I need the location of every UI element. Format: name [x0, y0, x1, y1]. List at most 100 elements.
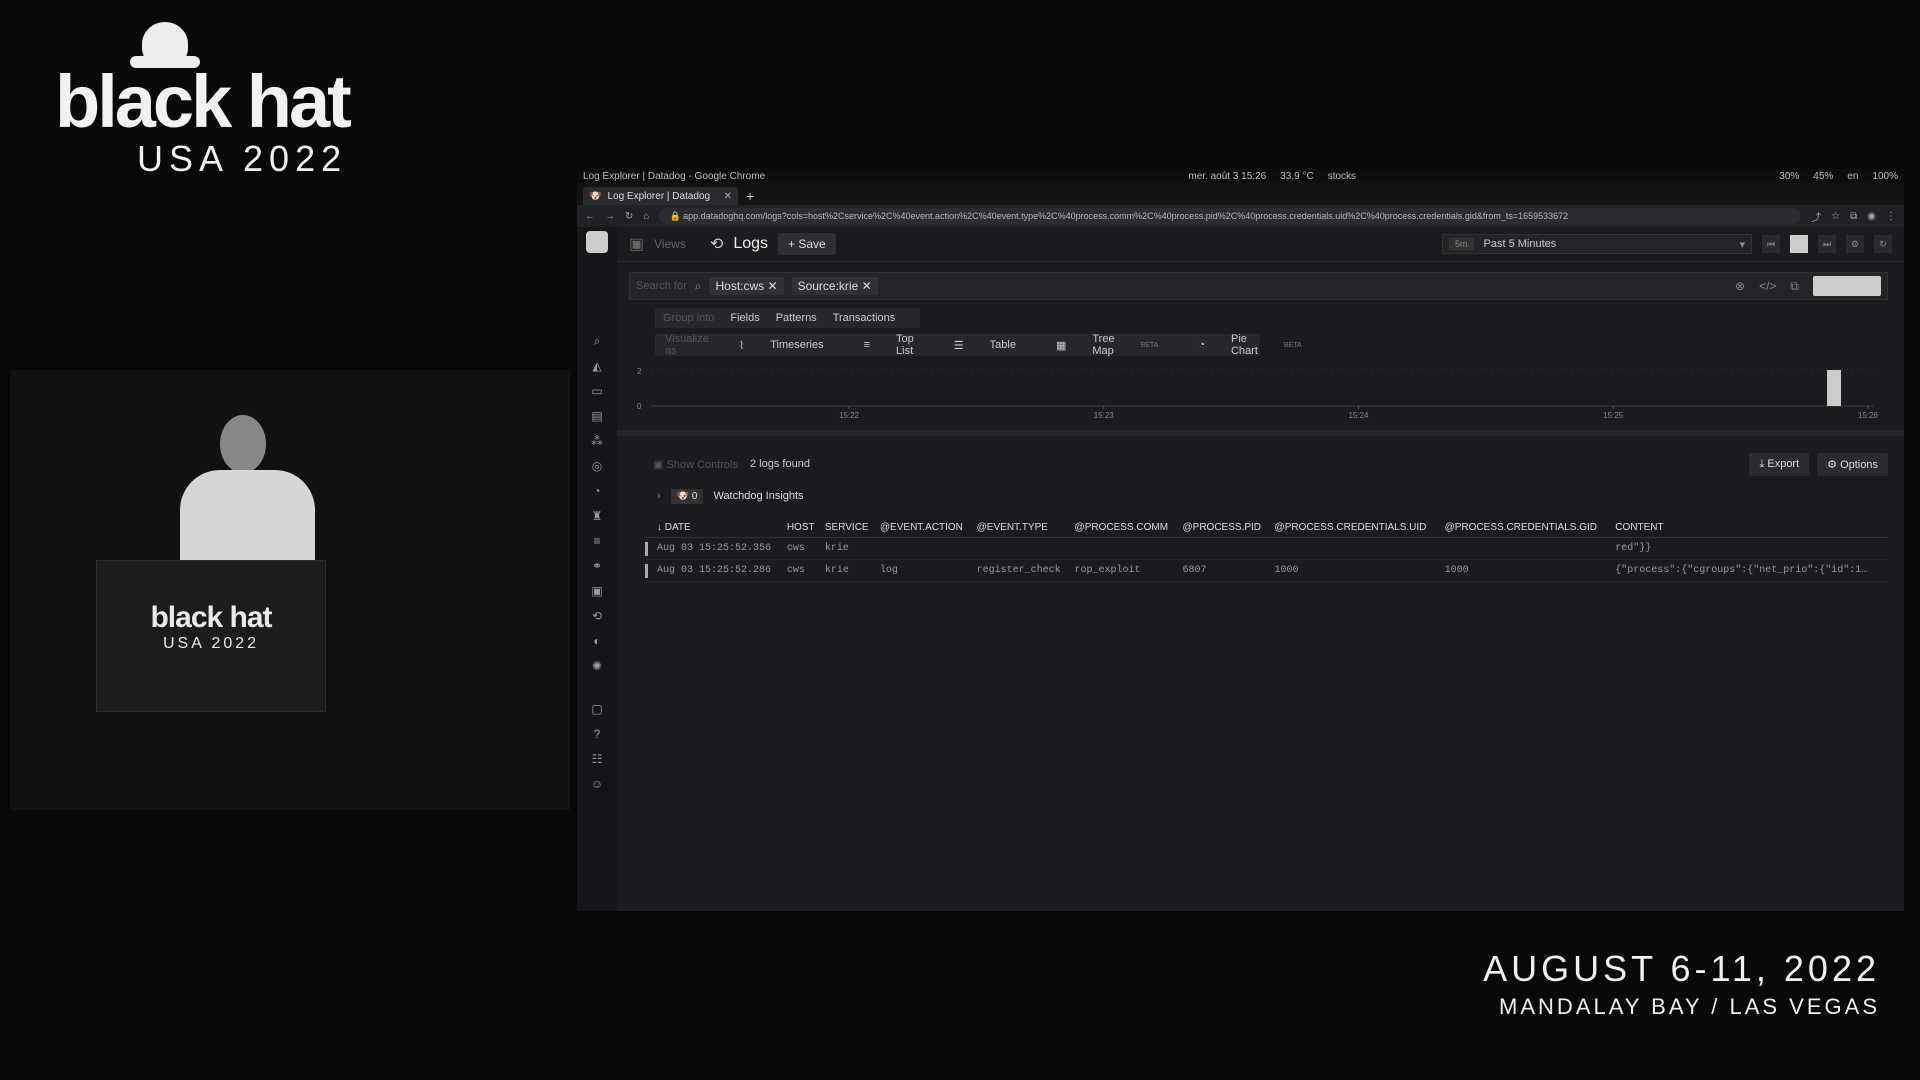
clock[interactable]: mer. août 3 15:26: [1188, 171, 1266, 182]
settings-button[interactable]: ⚙: [1846, 235, 1864, 253]
url-field[interactable]: 🔒 app.datadoghq.com/logs?cols=host%2Cser…: [659, 208, 1802, 224]
show-controls-label: Show Controls: [666, 458, 738, 471]
metrics-icon[interactable]: ≡: [590, 534, 604, 548]
status-bar: [645, 559, 653, 582]
integrations-icon[interactable]: ⚭: [590, 559, 604, 573]
chat-icon[interactable]: ▢: [590, 702, 604, 716]
tab-fields[interactable]: Fields: [722, 312, 767, 324]
clear-search-icon[interactable]: ⊗: [1735, 279, 1745, 293]
tray-cpu: 30%: [1779, 170, 1800, 182]
reload-icon[interactable]: ↻: [625, 211, 633, 222]
user-avatar-icon[interactable]: ☺: [590, 777, 604, 791]
show-controls-button[interactable]: ▣ Show Controls: [653, 458, 738, 471]
menu-icon[interactable]: ⋮: [1886, 211, 1896, 222]
back-icon[interactable]: ←: [585, 211, 595, 222]
results-bar: ▣ Show Controls 2 logs found ⤓ Export ⚙ …: [653, 452, 1888, 476]
filter-chip-source[interactable]: Source:krie ✕: [791, 277, 878, 295]
options-button[interactable]: ⚙ Options: [1817, 452, 1888, 476]
podium-logo-word: black hat: [150, 601, 272, 634]
views-button[interactable]: Views: [654, 237, 686, 251]
save-button[interactable]: + Save: [778, 233, 836, 255]
share-icon[interactable]: ⤴: [1811, 209, 1821, 224]
notebooks-icon[interactable]: ♜: [590, 509, 604, 523]
rewind-button[interactable]: ⏮: [1762, 235, 1780, 253]
visualize-as-bar: Visualize as ⌇ Timeseries ≡ Top List ☰ Tabl…: [655, 333, 1302, 357]
help-icon[interactable]: ?: [590, 727, 604, 741]
forward-button[interactable]: ⏭: [1818, 235, 1836, 253]
search-submit-button[interactable]: [1813, 276, 1881, 296]
home-icon[interactable]: ⌂: [643, 211, 649, 222]
watchdog-icon[interactable]: ◭: [590, 359, 604, 373]
cell-process-pid: 6807: [1178, 559, 1271, 582]
status-bar: [645, 537, 653, 560]
logs-main: ▣ Views ⟲ Logs + Save 5m Past 5 Minutes …: [617, 227, 1904, 911]
address-bar: ← → ↻ ⌂ 🔒 app.datadoghq.com/logs?cols=ho…: [577, 205, 1904, 227]
col-event-action[interactable]: @EVENT.ACTION: [875, 518, 973, 538]
code-view-icon[interactable]: </>: [1759, 279, 1776, 293]
close-tab-icon[interactable]: ✕: [724, 191, 732, 202]
blackhat-logo: black hat USA 2022: [55, 22, 352, 180]
table-row[interactable]: Aug 03 15:25:52.356 cws krie red"}}: [645, 537, 1888, 560]
tray-lang[interactable]: en: [1847, 171, 1858, 182]
refresh-button[interactable]: ↻: [1874, 235, 1892, 253]
extensions-icon[interactable]: ⧉: [1850, 211, 1857, 222]
col-credentials-gid[interactable]: @PROCESS.CREDENTIALS.GID: [1440, 518, 1612, 538]
filter-chip-host[interactable]: Host:cws ✕: [709, 277, 784, 295]
watchdog-insights[interactable]: › 🐶 0 Watchdog Insights: [657, 486, 1904, 506]
os-top-bar: Log Explorer | Datadog - Google Chrome m…: [577, 169, 1904, 183]
forward-icon[interactable]: →: [605, 211, 615, 222]
pause-button[interactable]: [1790, 235, 1808, 253]
col-date[interactable]: ↓ DATE: [653, 518, 783, 538]
podium-logo-sub: USA 2022: [162, 635, 260, 652]
stocks: stocks: [1327, 170, 1357, 182]
tray-battery[interactable]: 100%: [1872, 171, 1898, 182]
timeseries-icon: ⌇: [738, 339, 745, 352]
team-icon[interactable]: ☷: [590, 752, 604, 766]
col-content[interactable]: CONTENT: [1611, 518, 1888, 538]
cell-process-comm: rop_exploit: [1070, 559, 1179, 582]
viz-piechart[interactable]: ◔ Pie Chart BETA: [1178, 333, 1321, 357]
page-title: Logs: [733, 235, 769, 252]
tab-transactions[interactable]: Transactions: [825, 312, 904, 324]
logs-icon: ⟲: [709, 236, 724, 253]
ci-icon[interactable]: ▣: [590, 584, 604, 598]
new-tab-button[interactable]: +: [746, 187, 754, 205]
bookmark-star-icon[interactable]: ☆: [1831, 211, 1840, 222]
datadog-logo-icon[interactable]: [586, 231, 608, 253]
browser-tab[interactable]: 🐶 Log Explorer | Datadog ✕: [583, 187, 738, 205]
table-row[interactable]: Aug 03 15:25:52.286 cws krie log registe…: [645, 559, 1888, 582]
search-bar: Search for ⌕ Host:cws ✕ Source:krie ✕ ⊗ …: [629, 272, 1888, 300]
col-credentials-uid[interactable]: @PROCESS.CREDENTIALS.UID: [1270, 518, 1441, 538]
col-event-type[interactable]: @EVENT.TYPE: [972, 518, 1071, 538]
viz-timeseries[interactable]: ⌇ Timeseries: [719, 339, 844, 352]
y-tick-label: 2: [637, 367, 642, 376]
col-process-pid[interactable]: @PROCESS.PID: [1178, 518, 1271, 538]
events-icon[interactable]: ▭: [590, 384, 604, 398]
search-icon[interactable]: ⌕: [590, 334, 604, 348]
log-volume-chart: 0 2 15:22 15:23 15:24 15:25 15:26: [629, 362, 1892, 422]
cell-event-action: log: [875, 559, 973, 582]
save-label: Save: [798, 237, 826, 251]
col-host[interactable]: HOST: [782, 518, 821, 538]
ux-monitoring-icon[interactable]: ✺: [590, 659, 604, 673]
copy-icon[interactable]: ⧉: [1790, 279, 1799, 294]
viz-toplist[interactable]: ≡ Top List: [844, 333, 934, 357]
tab-patterns[interactable]: Patterns: [768, 312, 825, 324]
monitors-icon[interactable]: ◎: [590, 459, 604, 473]
chip-label: Host:cws: [715, 279, 765, 293]
col-service[interactable]: SERVICE: [820, 518, 876, 538]
dashboards-icon[interactable]: ▤: [590, 409, 604, 423]
apm-icon[interactable]: ◔: [590, 484, 604, 498]
cell-process-comm: [1070, 537, 1179, 560]
logs-icon[interactable]: ⟲: [590, 609, 604, 623]
export-button[interactable]: ⤓ Export: [1749, 452, 1810, 476]
security-icon[interactable]: ◐: [590, 634, 604, 648]
time-range-select[interactable]: 5m Past 5 Minutes ▾: [1442, 234, 1752, 254]
viz-treemap[interactable]: ▦ Tree Map BETA: [1036, 333, 1178, 357]
col-process-comm[interactable]: @PROCESS.COMM: [1070, 518, 1179, 538]
profile-icon[interactable]: ◉: [1867, 211, 1876, 222]
viz-label: Table: [989, 339, 1016, 351]
logs-topbar: ▣ Views ⟲ Logs + Save 5m Past 5 Minutes …: [617, 227, 1904, 262]
infrastructure-icon[interactable]: ⁂: [590, 434, 604, 448]
viz-table[interactable]: ☰ Table: [934, 339, 1036, 352]
